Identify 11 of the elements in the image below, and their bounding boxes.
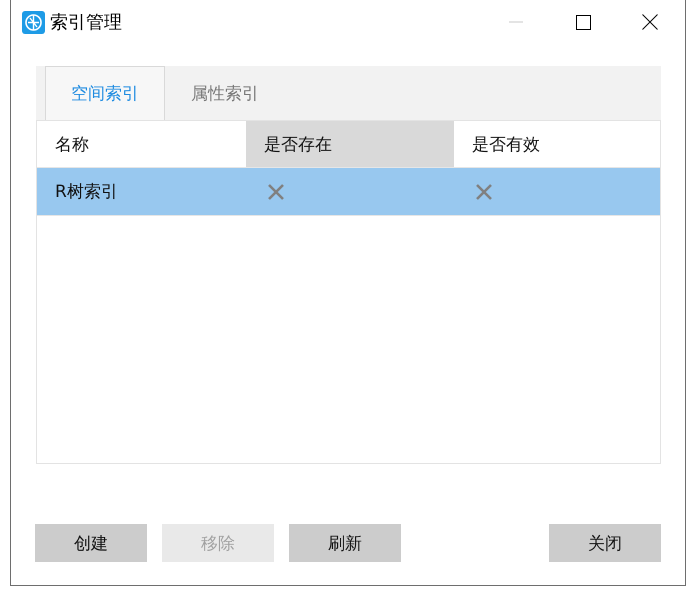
column-header[interactable]: 名称	[37, 121, 246, 167]
column-header[interactable]: 是否有效	[454, 121, 660, 167]
app-logo-icon	[22, 10, 45, 34]
table-cell-text: R树索引	[54, 181, 119, 204]
tab[interactable]: 属性索引	[165, 66, 285, 120]
action-button[interactable]: 创建	[35, 524, 147, 562]
column-header[interactable]: 是否存在	[246, 121, 454, 167]
action-button[interactable]: 刷新	[289, 524, 401, 562]
window-title: 索引管理	[50, 11, 122, 34]
close-dialog-button[interactable]: 关闭	[549, 524, 661, 562]
table-row[interactable]: R树索引	[37, 168, 660, 216]
